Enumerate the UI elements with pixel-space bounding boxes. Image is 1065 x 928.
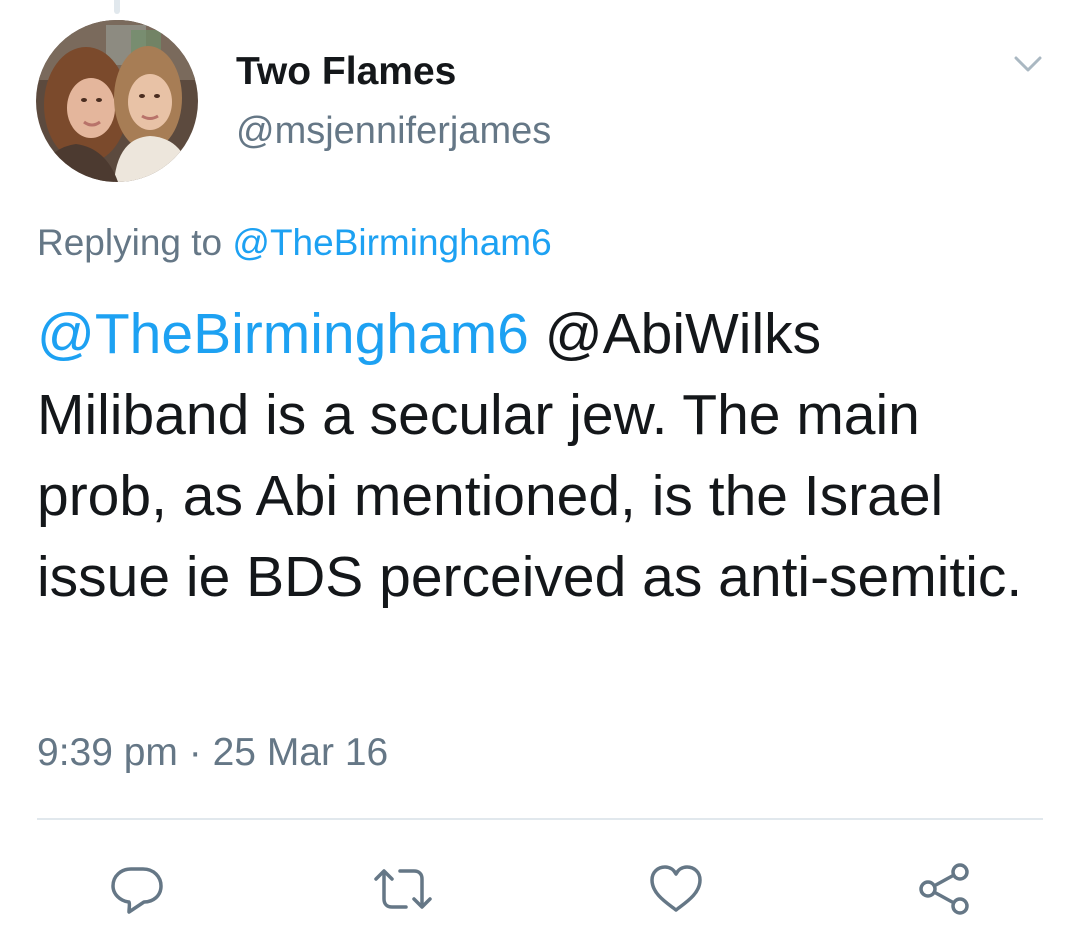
heart-icon	[650, 865, 702, 912]
replying-to-line: Replying to @TheBirmingham6	[37, 222, 552, 264]
retweet-button[interactable]	[372, 858, 434, 920]
display-name[interactable]: Two Flames	[236, 50, 456, 94]
thread-connector-line	[114, 0, 120, 14]
retweet-icon	[374, 869, 432, 909]
replying-to-link[interactable]: @TheBirmingham6	[232, 222, 551, 263]
tweet-timestamp[interactable]: 9:39 pm · 25 Mar 16	[37, 731, 388, 775]
like-button[interactable]	[645, 858, 707, 920]
avatar[interactable]	[36, 20, 198, 182]
mention-link[interactable]: @TheBirmingham6	[37, 302, 529, 366]
divider	[37, 818, 1043, 820]
chevron-down-icon[interactable]	[1008, 44, 1048, 84]
share-button[interactable]	[914, 858, 976, 920]
tweet-date: 25 Mar 16	[212, 731, 389, 774]
tweet-time: 9:39 pm	[37, 731, 178, 774]
tweet-text: @TheBirmingham6 @AbiWilks Miliband is a …	[37, 294, 1037, 618]
mention-link[interactable]: @AbiWilks	[545, 302, 821, 366]
share-icon	[919, 863, 969, 915]
meta-separator: ·	[188, 731, 202, 774]
user-handle[interactable]: @msjenniferjames	[236, 110, 551, 153]
reply-button[interactable]	[106, 858, 168, 920]
reply-icon	[111, 867, 163, 914]
replying-to-label: Replying to	[37, 222, 223, 263]
tweet-body: Miliband is a secular jew. The main prob…	[37, 383, 1023, 609]
avatar-photo	[36, 20, 198, 182]
